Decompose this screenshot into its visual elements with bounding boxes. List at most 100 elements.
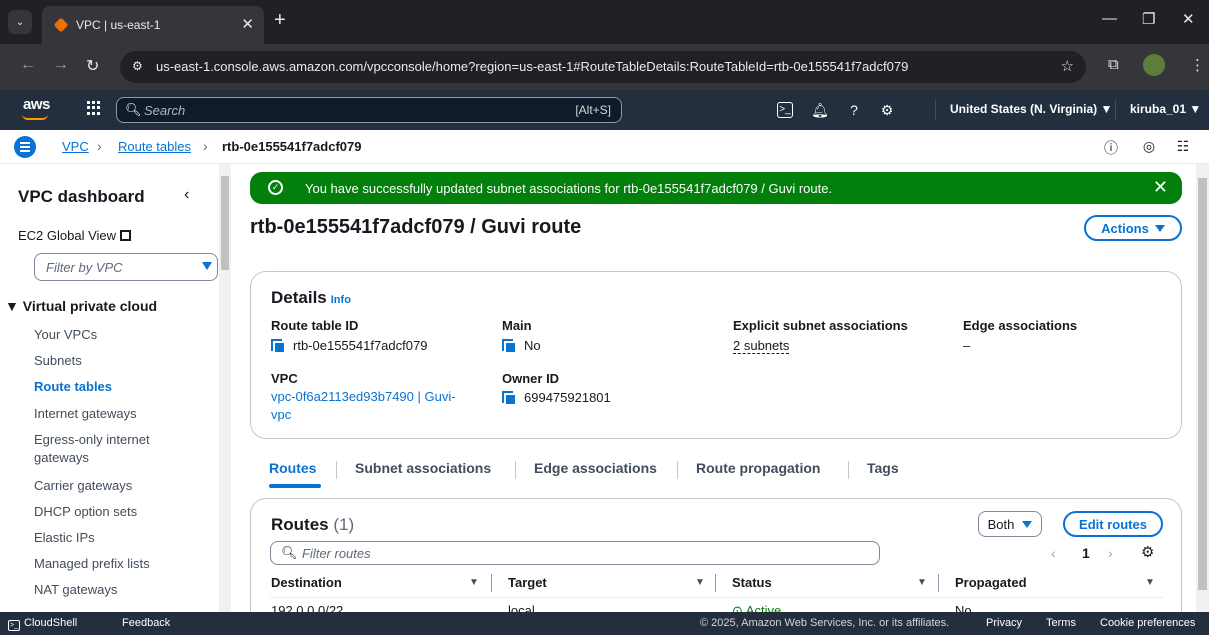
column-divider[interactable] xyxy=(938,574,939,592)
feedback-link[interactable]: Feedback xyxy=(122,617,170,629)
column-header-target[interactable]: Target xyxy=(508,575,547,590)
tab-search-icon[interactable]: ⌄ xyxy=(8,10,32,34)
main-scrollbar-thumb[interactable] xyxy=(1198,178,1207,590)
tab-edge-associations[interactable]: Edge associations xyxy=(534,460,657,476)
services-grid-icon[interactable] xyxy=(87,101,101,115)
sort-caret-icon[interactable]: ▼ xyxy=(469,577,479,588)
tab-divider xyxy=(677,461,678,479)
column-header-destination[interactable]: Destination xyxy=(271,575,342,590)
settings-gear-icon[interactable]: ⚙ xyxy=(877,100,897,120)
sort-caret-icon[interactable]: ▼ xyxy=(917,577,927,588)
url-bar[interactable]: ⚙ us-east-1.console.aws.amazon.com/vpcco… xyxy=(120,51,1086,83)
both-label: Both xyxy=(987,516,1015,532)
browser-tabstrip: ⌄ VPC | us-east-1 ✕ + — ❐ ✕ xyxy=(0,0,1209,44)
actions-button[interactable]: Actions xyxy=(1084,215,1182,241)
sidebar-collapse-icon[interactable]: ‹ xyxy=(184,186,189,204)
external-link-icon xyxy=(120,230,132,241)
search-input[interactable]: 🔍︎ Search [Alt+S] xyxy=(116,97,622,123)
filter-by-vpc-select[interactable]: Filter by VPC xyxy=(34,253,218,281)
reload-icon[interactable]: ↻ xyxy=(86,56,99,76)
route-destination-cell: 192.0.0.0/22 xyxy=(271,603,344,612)
page-number[interactable]: 1 xyxy=(1082,545,1090,561)
route-target-cell: local xyxy=(508,603,535,612)
main-label: Main xyxy=(502,318,532,333)
sidebar-item-your-vpcs[interactable]: Your VPCs xyxy=(34,326,97,344)
bookmark-star-icon[interactable]: ☆ xyxy=(1061,57,1074,75)
new-tab-icon[interactable]: + xyxy=(274,9,286,32)
copy-icon[interactable] xyxy=(502,391,515,404)
cookie-preferences-link[interactable]: Cookie preferences xyxy=(1100,617,1195,629)
route-table-id-text: rtb-0e155541f7adcf079 xyxy=(293,338,428,353)
breadcrumb-vpc[interactable]: VPC xyxy=(62,139,89,154)
sidebar-item-dhcp-option-sets[interactable]: DHCP option sets xyxy=(34,503,137,521)
sidebar-scrollbar[interactable] xyxy=(219,164,231,612)
nav-divider xyxy=(935,100,936,120)
sort-caret-icon[interactable]: ▼ xyxy=(1145,577,1155,588)
column-header-propagated[interactable]: Propagated xyxy=(955,575,1027,590)
notifications-bell-icon[interactable]: 🔔︎ xyxy=(810,100,830,120)
sidebar-item-elastic-ips[interactable]: Elastic IPs xyxy=(34,529,95,547)
tab-routes[interactable]: Routes xyxy=(269,460,316,476)
forward-icon[interactable]: → xyxy=(53,56,69,74)
vpc-link[interactable]: vpc-0f6a2113ed93b7490 | Guvi-vpc xyxy=(271,388,456,424)
tab-divider xyxy=(336,461,337,479)
route-filter-select[interactable]: Both xyxy=(978,511,1042,537)
profile-avatar[interactable] xyxy=(1143,54,1165,76)
info-link[interactable]: Info xyxy=(331,294,351,306)
main-value: No xyxy=(502,338,541,353)
table-preferences-gear-icon[interactable]: ⚙ xyxy=(1141,543,1154,561)
sidebar-item-ec2-global-view[interactable]: EC2 Global View xyxy=(18,228,132,243)
window-close-icon[interactable]: ✕ xyxy=(1182,10,1195,28)
column-divider[interactable] xyxy=(715,574,716,592)
info-circle-icon[interactable]: ⓘ xyxy=(1102,138,1120,156)
sidebar-item-route-tables[interactable]: Route tables xyxy=(34,378,112,396)
sidebar-item-carrier-gateways[interactable]: Carrier gateways xyxy=(34,477,132,495)
browser-menu-icon[interactable]: ⋮ xyxy=(1190,56,1205,74)
flash-close-icon[interactable]: ✕ xyxy=(1153,177,1168,198)
tab-route-propagation[interactable]: Route propagation xyxy=(696,460,820,476)
main-scrollbar[interactable] xyxy=(1196,164,1209,612)
sort-caret-icon[interactable]: ▼ xyxy=(695,577,705,588)
sidebar-scrollbar-thumb[interactable] xyxy=(221,176,229,270)
minimize-icon[interactable]: — xyxy=(1102,10,1117,27)
status-icon[interactable]: ◎ xyxy=(1140,138,1158,156)
sidebar-section-virtual-private-cloud[interactable]: ▼ Virtual private cloud xyxy=(5,298,157,314)
side-nav-toggle-icon[interactable] xyxy=(14,136,36,158)
tab-subnet-associations[interactable]: Subnet associations xyxy=(355,460,491,476)
sidebar-item-egress-only-internet-gateways[interactable]: Egress-only internet gateways xyxy=(34,431,184,467)
feedback-panel-icon[interactable]: ☷ xyxy=(1174,138,1192,156)
explicit-subnet-associations-value[interactable]: 2 subnets xyxy=(733,338,790,354)
tab-close-icon[interactable]: ✕ xyxy=(241,15,254,33)
site-info-icon[interactable]: ⚙ xyxy=(132,59,143,73)
restore-icon[interactable]: ❐ xyxy=(1142,10,1155,28)
tab-tags[interactable]: Tags xyxy=(867,460,899,476)
sidebar-item-internet-gateways[interactable]: Internet gateways xyxy=(34,405,137,423)
region-selector[interactable]: United States (N. Virginia) ▼ xyxy=(950,102,1112,116)
filter-routes-input[interactable]: 🔍︎ Filter routes xyxy=(270,541,880,565)
sidebar-item-nat-gateways[interactable]: NAT gateways xyxy=(34,581,117,599)
sidebar-item-subnets[interactable]: Subnets xyxy=(34,352,82,370)
privacy-link[interactable]: Privacy xyxy=(986,617,1022,629)
extensions-icon[interactable]: ⧉ xyxy=(1108,56,1119,73)
details-panel: Details Info Route table ID rtb-0e155541f… xyxy=(250,271,1182,439)
edit-routes-button[interactable]: Edit routes xyxy=(1063,511,1163,537)
browser-tab[interactable]: VPC | us-east-1 ✕ xyxy=(42,6,264,44)
route-status-text: Active xyxy=(745,603,782,612)
help-icon[interactable]: ? xyxy=(844,100,864,120)
tab-title: VPC | us-east-1 xyxy=(76,18,161,32)
aws-logo[interactable]: aws xyxy=(23,96,50,113)
previous-page-icon[interactable]: ‹ xyxy=(1051,545,1056,561)
breadcrumb-route-tables[interactable]: Route tables xyxy=(118,139,191,154)
terms-link[interactable]: Terms xyxy=(1046,617,1076,629)
sidebar-item-managed-prefix-lists[interactable]: Managed prefix lists xyxy=(34,555,150,573)
copy-icon[interactable] xyxy=(502,339,515,352)
back-icon[interactable]: ← xyxy=(20,56,36,74)
copy-icon[interactable] xyxy=(271,339,284,352)
cloudshell-icon[interactable]: >_ xyxy=(777,102,793,118)
next-page-icon[interactable]: › xyxy=(1108,545,1113,561)
column-header-status[interactable]: Status xyxy=(732,575,772,590)
sidebar-title[interactable]: VPC dashboard xyxy=(18,187,145,207)
column-divider[interactable] xyxy=(491,574,492,592)
account-menu[interactable]: kiruba_01 ▼ xyxy=(1130,102,1201,116)
cloudshell-footer-button[interactable]: >_ CloudShell xyxy=(8,617,77,631)
